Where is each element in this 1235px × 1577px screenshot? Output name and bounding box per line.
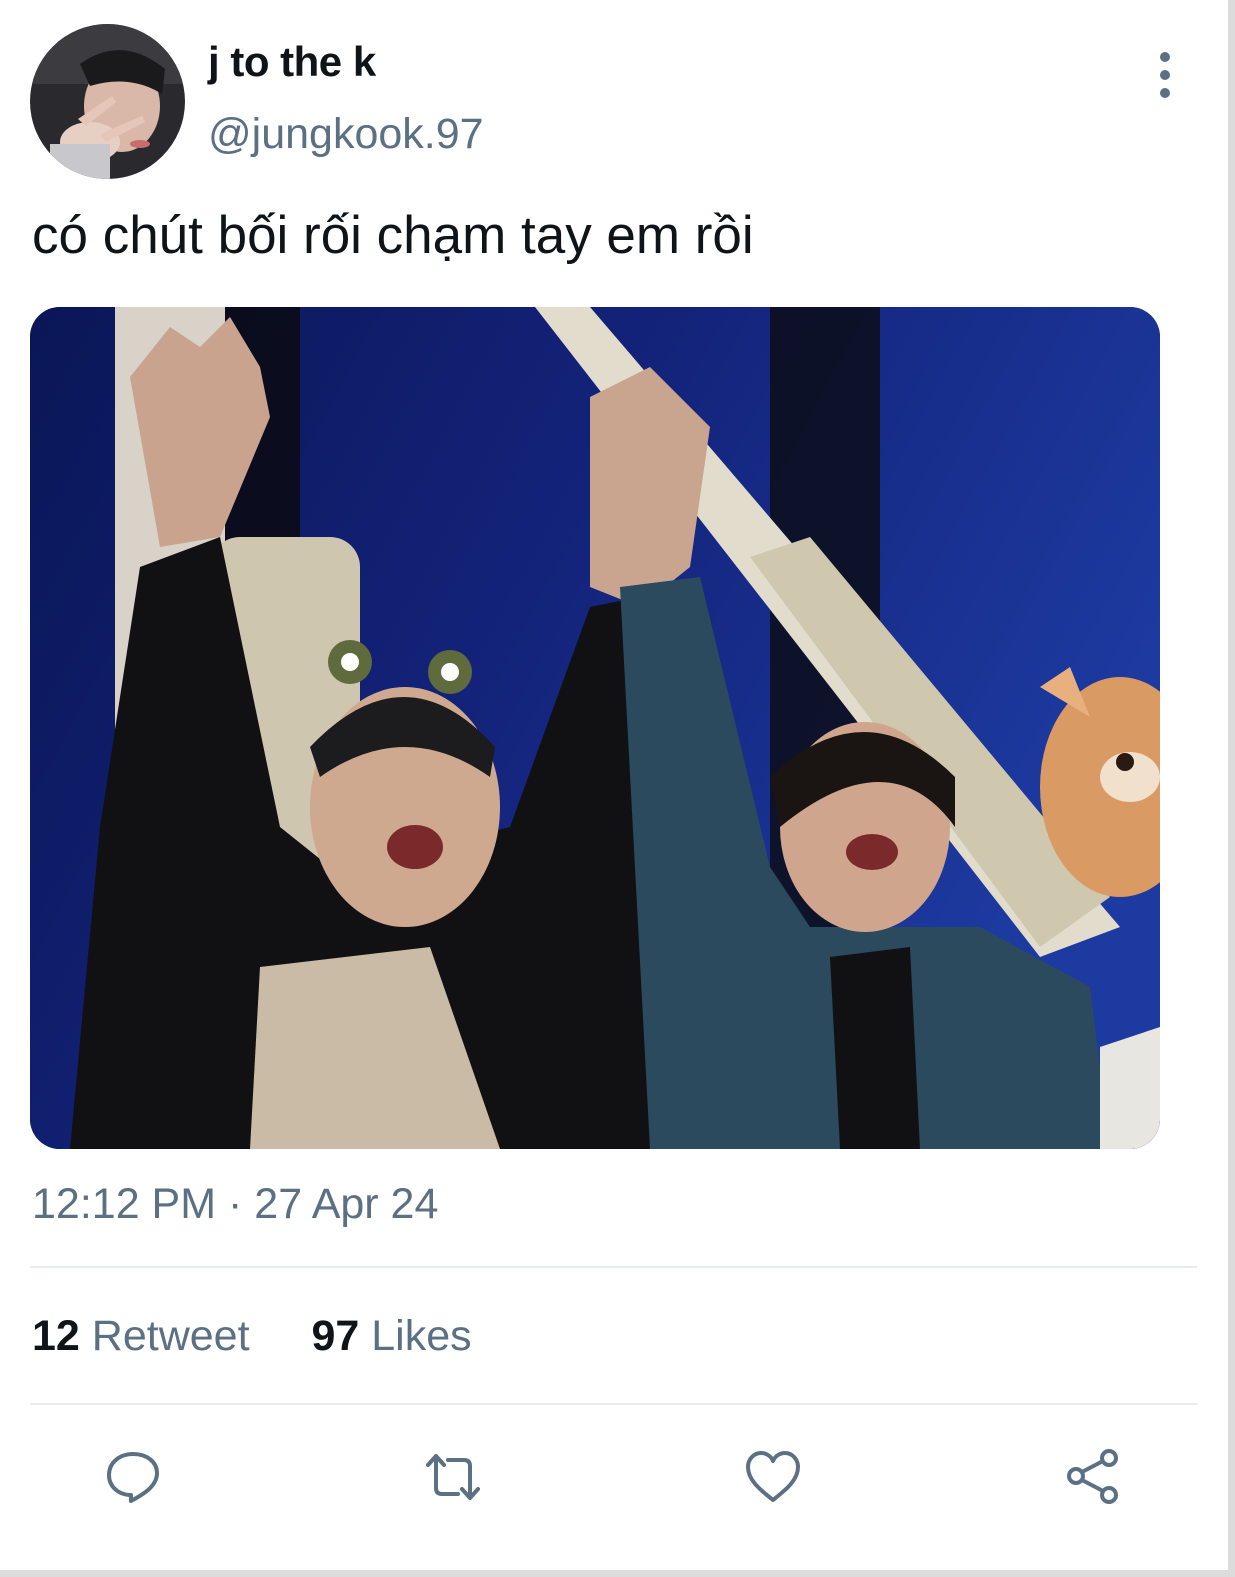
tweet-stats: 12 Retweet 97 Likes (32, 1312, 472, 1361)
tweet-actions (0, 1448, 1228, 1508)
more-vertical-icon-dot (1160, 88, 1170, 98)
tweet-date: 27 Apr 24 (254, 1180, 439, 1228)
share-button[interactable] (1064, 1448, 1122, 1506)
tweet-timestamp[interactable]: 12:12 PM · 27 Apr 24 (32, 1180, 438, 1229)
tweet-time: 12:12 PM (32, 1180, 217, 1228)
reply-button[interactable] (104, 1448, 162, 1506)
tweet-text: có chút bối rối chạm tay em rồi (32, 206, 754, 265)
display-name[interactable]: j to the k (208, 38, 376, 86)
avatar[interactable] (30, 24, 185, 179)
tweet-card: j to the k @jungkook.97 có chút bối rối … (0, 0, 1235, 1577)
likes-stat[interactable]: 97 Likes (300, 1312, 472, 1360)
likes-count: 97 (311, 1312, 360, 1360)
share-icon (1067, 1449, 1118, 1504)
more-vertical-icon (1160, 52, 1170, 62)
likes-label: Likes (371, 1312, 472, 1360)
user-handle[interactable]: @jungkook.97 (208, 110, 484, 159)
more-vertical-icon-dot (1160, 70, 1170, 80)
timestamp-separator: · (228, 1180, 243, 1228)
more-options-button[interactable] (1148, 52, 1182, 98)
photo-image (30, 307, 1160, 1149)
heart-icon (746, 1451, 800, 1502)
reply-icon (107, 1452, 159, 1503)
like-button[interactable] (744, 1448, 802, 1506)
divider (30, 1403, 1197, 1405)
retweet-button[interactable] (424, 1448, 482, 1506)
retweets-label: Retweet (91, 1312, 250, 1360)
retweets-stat[interactable]: 12 Retweet (32, 1312, 262, 1360)
divider (30, 1266, 1197, 1268)
avatar-image (30, 24, 185, 179)
retweet-icon (426, 1454, 480, 1500)
retweets-count: 12 (32, 1312, 80, 1360)
tweet-photo[interactable] (30, 307, 1160, 1149)
